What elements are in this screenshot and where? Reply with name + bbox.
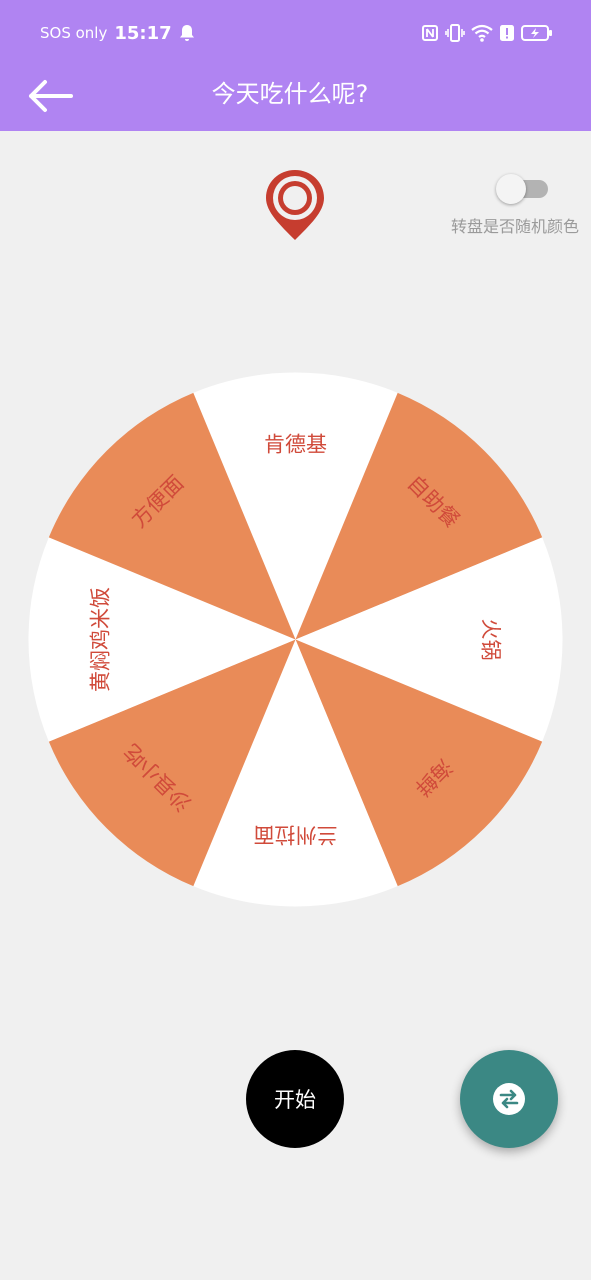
alert-icon: [500, 25, 514, 41]
wifi-icon: [471, 24, 493, 42]
wheel-segment-label: 火锅: [479, 619, 503, 661]
toolbar: 今天吃什么呢?: [0, 66, 591, 131]
status-right: [421, 20, 553, 46]
vibrate-icon: [445, 24, 465, 42]
clock-text: 15:17: [114, 22, 172, 44]
status-left: SOS only 15:17: [40, 20, 195, 46]
location-pin-icon: [266, 170, 324, 240]
battery-charging-icon: [521, 25, 552, 41]
nfc-icon: [422, 25, 438, 41]
wheel-segment-label: 肯德基: [264, 433, 327, 457]
swap-fab[interactable]: [460, 1050, 558, 1148]
toggle-thumb: [496, 174, 526, 204]
status-bar: SOS only 15:17: [0, 0, 591, 66]
carrier-text: SOS only: [40, 24, 108, 42]
swap-arrows-icon: [493, 1083, 525, 1115]
app-bar: SOS only 15:17 今天吃什么呢?: [0, 0, 591, 131]
bell-icon: [179, 25, 194, 41]
wheel-segment-label: 兰州拉面: [254, 823, 338, 847]
wheel-segment-label: 黄焖鸡米饭: [89, 587, 113, 692]
page-title: 今天吃什么呢?: [211, 80, 369, 108]
random-color-label: 转盘是否随机颜色: [450, 217, 579, 236]
food-wheel[interactable]: 肯德基自助餐火锅海鲜兰州拉面沙县小吃黄焖鸡米饭方便面: [28, 372, 563, 907]
start-button[interactable]: 开始: [246, 1050, 344, 1148]
random-color-toggle[interactable]: [496, 174, 548, 204]
